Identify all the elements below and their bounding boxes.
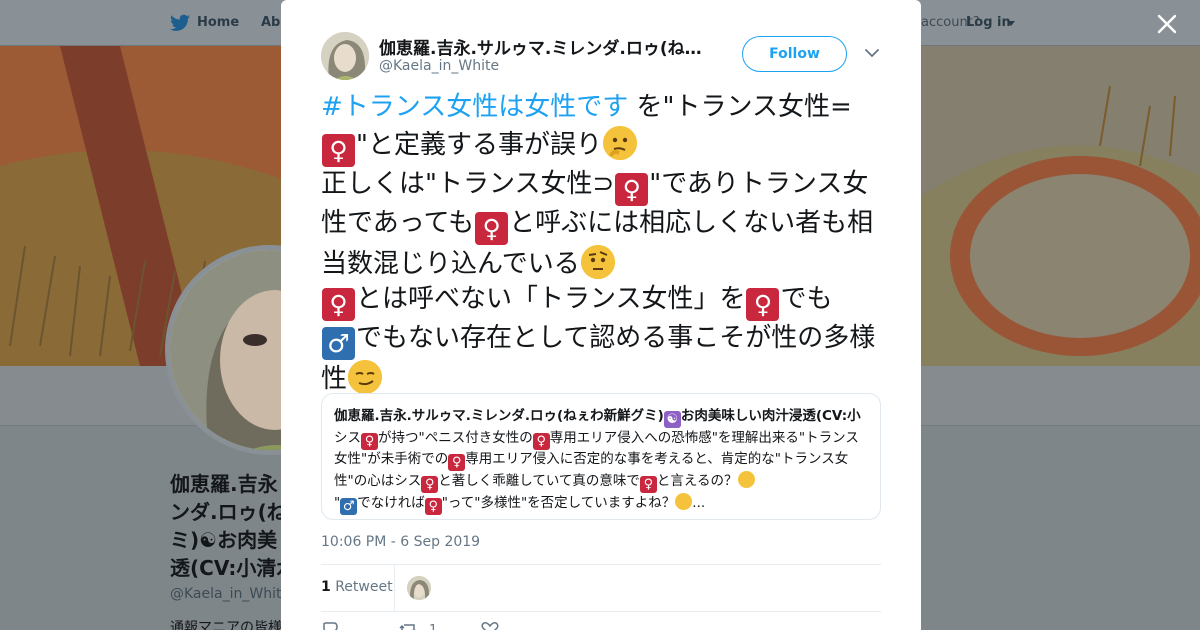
retweet-icon[interactable] [399, 622, 417, 630]
retweet-count: 1 [321, 579, 331, 595]
tweet-segment: "と定義する事が誤り [356, 129, 602, 160]
follow-button[interactable]: Follow [742, 36, 847, 72]
yin-yang-emoji: ☯ [663, 411, 681, 428]
quoted-tweet-text: シス ♀ が持つ"ペニス付き女性の ♀ 専用エリア侵入への恐怖感"を理解出来る"トランス… [334, 429, 868, 515]
retweet-label: Retweet [335, 579, 393, 595]
twitter-bird-icon[interactable] [170, 14, 190, 32]
female-sign-emoji: ♀ [448, 454, 466, 471]
tweet-segment: を"トランス女性= [628, 92, 852, 122]
quote-segment: と著しく乖離していて真の意味で [438, 473, 640, 489]
female-sign-emoji: ♀ [421, 476, 439, 493]
close-icon[interactable] [1155, 12, 1179, 36]
male-sign-emoji: ♂ [322, 327, 355, 360]
hashtag-link[interactable]: #トランス女性は女性です [321, 92, 628, 122]
female-sign-emoji: ♀ [322, 288, 355, 321]
tweet-timestamp[interactable]: 10:06 PM - 6 Sep 2019 [321, 534, 480, 550]
quoted-author-name: 伽恵羅.吉永.サルゥマ.ミレンダ.ロゥ(ねぇわ新鮮グミ) [334, 408, 664, 424]
female-sign-emoji: ♀ [322, 133, 355, 167]
quote-segment: でなければ [357, 495, 425, 511]
quoted-tweet-author: 伽恵羅.吉永.サルゥマ.ミレンダ.ロゥ(ねぇわ新鮮グミ) ☯ お肉美味しい肉汁浸透(… [334, 406, 868, 428]
quote-segment: シス [334, 430, 361, 446]
smirking-face-emoji [348, 360, 383, 394]
chevron-down-icon[interactable] [865, 48, 879, 58]
thinking-face-emoji [737, 471, 755, 488]
login-caret-icon[interactable] [1007, 21, 1015, 26]
retweeter-avatar[interactable] [407, 576, 431, 600]
quote-segment: と言えるの？ [656, 473, 738, 489]
tweet-segment: でもない存在として認める事こそが性の多様性 [321, 323, 876, 394]
female-sign-emoji: ♀ [639, 476, 657, 493]
sweat-smile-emoji [675, 493, 693, 510]
author-handle[interactable]: @Kaela_in_White [379, 58, 499, 74]
retweet-action-count: 1 [429, 623, 437, 630]
female-sign-emoji: ♀ [532, 433, 550, 450]
tweet-segment: でも [780, 284, 833, 314]
female-sign-emoji: ♀ [475, 211, 509, 245]
author-display-name[interactable]: 伽恵羅.吉永.サルゥマ.ミレンダ.ロゥ(ねぇわ新鮮グミ)☯お肉美味しい肉汁浸透(… [379, 34, 709, 59]
raised-eyebrow-face-emoji [580, 244, 615, 279]
login-link[interactable]: Log in [966, 15, 1011, 30]
quote-ellipsis: ... [692, 495, 706, 511]
quote-segment: "って"多様性"を否定していますよね？ [441, 495, 676, 511]
reply-icon[interactable] [321, 622, 339, 630]
author-avatar[interactable] [321, 32, 369, 80]
female-sign-emoji: ♀ [615, 172, 649, 206]
male-sign-emoji: ♂ [340, 498, 358, 515]
tweet-segment: とは呼べない「トランス女性」を [356, 284, 746, 314]
nav-home-link[interactable]: Home [197, 15, 239, 30]
quote-segment: が持つ"ペニス付き女性の [378, 430, 533, 446]
divider [321, 611, 881, 612]
female-sign-emoji: ♀ [424, 498, 442, 515]
retweet-stat[interactable]: 1 Retweet [321, 579, 393, 595]
divider [321, 564, 881, 565]
divider [394, 565, 395, 611]
quoted-tweet-card[interactable]: 伽恵羅.吉永.サルゥマ.ミレンダ.ロゥ(ねぇわ新鮮グミ) ☯ お肉美味しい肉汁浸透(… [321, 393, 881, 520]
heart-icon[interactable] [481, 622, 499, 630]
female-sign-emoji: ♀ [746, 288, 780, 321]
female-sign-emoji: ♀ [361, 433, 378, 450]
background-profile-bio: 通報マニアの皆様 [170, 620, 282, 630]
tweet-modal: 伽恵羅.吉永.サルゥマ.ミレンダ.ロゥ(ねぇわ新鮮グミ)☯お肉美味しい肉汁浸透(… [281, 0, 921, 630]
tweet-text: #トランス女性は女性です を"トランス女性= ♀ "と定義する事が誤り 正しくは"… [321, 90, 886, 398]
quoted-author-name-tail: お肉美味しい肉汁浸透(CV:小 [680, 408, 861, 424]
tweet-segment: 正しくは"トランス女性⊃ [321, 168, 615, 199]
background-profile-handle[interactable]: @Kaela_in_White [170, 586, 290, 602]
thinking-face-emoji [602, 125, 637, 160]
